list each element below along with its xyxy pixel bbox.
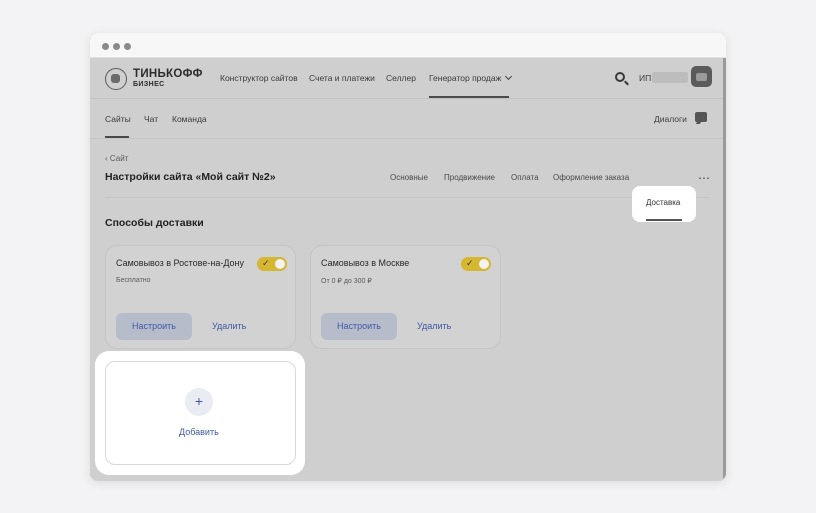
tab-promotion[interactable]: Продвижение bbox=[444, 173, 495, 182]
back-link-label: Сайт bbox=[109, 154, 129, 163]
subnav-chat[interactable]: Чат bbox=[144, 114, 158, 124]
tab-general[interactable]: Основные bbox=[390, 173, 428, 182]
delivery-card-title: Самовывоз в Ростове-на-Дону bbox=[116, 258, 245, 268]
check-icon: ✓ bbox=[262, 258, 270, 268]
add-delivery-label[interactable]: Добавить bbox=[179, 427, 219, 437]
check-icon: ✓ bbox=[466, 258, 474, 268]
window-titlebar bbox=[90, 33, 726, 58]
configure-button[interactable]: Настроить bbox=[321, 313, 397, 340]
topnav-sales-generator-label: Генератор продаж bbox=[429, 73, 502, 83]
account-label[interactable]: ИП bbox=[639, 73, 651, 83]
delivery-card-price: Бесплатно bbox=[116, 277, 151, 284]
tab-checkout[interactable]: Оформление заказа bbox=[553, 173, 629, 182]
page-title: Настройки сайта «Мой сайт №2» bbox=[105, 171, 276, 183]
delivery-toggle[interactable]: ✓ bbox=[257, 257, 287, 271]
configure-button[interactable]: Настроить bbox=[116, 313, 192, 340]
search-icon[interactable] bbox=[615, 72, 625, 82]
brand-name: ТИНЬКОФФ bbox=[133, 68, 203, 80]
header-divider bbox=[90, 98, 723, 99]
toggle-knob bbox=[479, 259, 489, 269]
window-dot-minimize[interactable] bbox=[113, 43, 120, 50]
window-dot-close[interactable] bbox=[102, 43, 109, 50]
subnav-team[interactable]: Команда bbox=[172, 114, 207, 124]
delivery-toggle[interactable]: ✓ bbox=[461, 257, 491, 271]
plus-icon[interactable]: + bbox=[185, 388, 213, 416]
topnav-sales-generator[interactable]: Генератор продаж bbox=[429, 72, 513, 83]
top-header: ТИНЬКОФФ БИЗНЕС Конструктор сайтов Счета… bbox=[90, 58, 723, 98]
tabs-divider bbox=[105, 197, 710, 198]
app-content: ТИНЬКОФФ БИЗНЕС Конструктор сайтов Счета… bbox=[90, 58, 723, 481]
topnav-seller[interactable]: Селлер bbox=[386, 73, 416, 83]
brand-subtitle: БИЗНЕС bbox=[133, 81, 165, 88]
chevron-down-icon bbox=[505, 72, 513, 81]
dialogs-link[interactable]: Диалоги bbox=[654, 114, 687, 124]
browser-window: ТИНЬКОФФ БИЗНЕС Конструктор сайтов Счета… bbox=[90, 33, 726, 481]
delivery-card: Самовывоз в Москве ✓ От 0 ₽ до 300 ₽ Нас… bbox=[310, 245, 501, 349]
subnav-sites[interactable]: Сайты bbox=[105, 114, 131, 124]
chat-icon[interactable] bbox=[695, 112, 707, 122]
toggle-knob bbox=[275, 259, 285, 269]
subnav-divider bbox=[90, 138, 723, 139]
window-dot-maximize[interactable] bbox=[124, 43, 131, 50]
delete-button[interactable]: Удалить bbox=[417, 321, 451, 331]
delivery-card-price: От 0 ₽ до 300 ₽ bbox=[321, 278, 372, 285]
topnav-site-builder[interactable]: Конструктор сайтов bbox=[220, 73, 298, 83]
delivery-card-title: Самовывоз в Москве bbox=[321, 258, 410, 268]
scrollbar[interactable] bbox=[723, 58, 726, 481]
delivery-card: Самовывоз в Ростове-на-Дону ✓ Бесплатно … bbox=[105, 245, 296, 349]
tinkoff-logo-icon bbox=[105, 68, 127, 90]
tab-active-indicator bbox=[646, 219, 682, 221]
account-name-redacted bbox=[652, 72, 688, 83]
section-title: Способы доставки bbox=[105, 217, 204, 229]
delete-button[interactable]: Удалить bbox=[212, 321, 246, 331]
tab-delivery-label: Доставка bbox=[646, 198, 681, 207]
avatar-icon[interactable] bbox=[691, 66, 712, 87]
back-link[interactable]: ‹ Сайт bbox=[105, 154, 128, 163]
topnav-accounts-payments[interactable]: Счета и платежи bbox=[309, 73, 375, 83]
more-icon[interactable]: ⋯ bbox=[698, 171, 711, 185]
tab-payment[interactable]: Оплата bbox=[511, 173, 539, 182]
